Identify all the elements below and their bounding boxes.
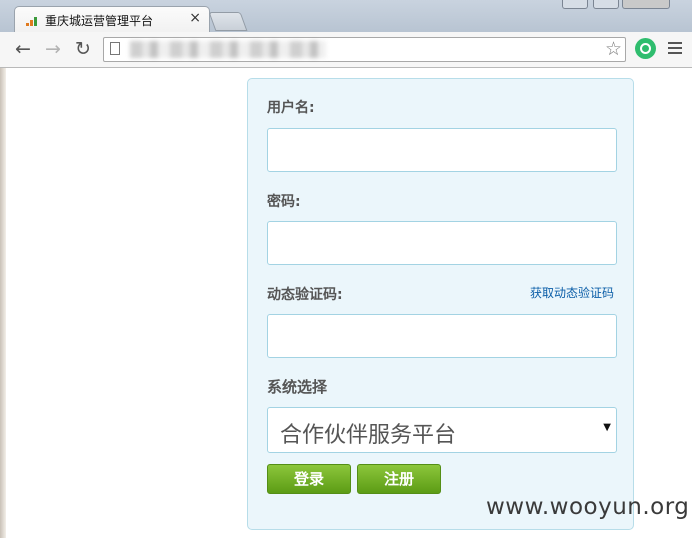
get-otp-link[interactable]: 获取动态验证码 <box>530 284 614 301</box>
login-panel: 用户名: 密码: 动态验证码: 获取动态验证码 系统选择 合作伙伴服务平台 ▼ … <box>247 78 634 530</box>
tab-strip: 重庆城运营管理平台 × <box>0 0 692 34</box>
system-select-label: 系统选择 <box>267 378 328 396</box>
maximize-button[interactable] <box>593 0 619 9</box>
minimize-button[interactable] <box>562 0 588 9</box>
register-button[interactable]: 注册 <box>357 464 441 494</box>
background-edge <box>0 68 6 538</box>
menu-icon[interactable] <box>668 42 682 56</box>
url-blurred <box>130 41 326 58</box>
tab-close-icon[interactable]: × <box>189 10 201 26</box>
back-icon[interactable]: ← <box>12 37 34 61</box>
new-tab-button[interactable] <box>208 12 248 31</box>
browser-toolbar: ← → ↻ ☆ <box>0 32 692 68</box>
reload-icon[interactable]: ↻ <box>72 37 94 61</box>
forward-icon[interactable]: → <box>42 37 64 61</box>
close-window-button[interactable] <box>622 0 670 9</box>
otp-input[interactable] <box>267 314 617 358</box>
system-select-value: 合作伙伴服务平台 <box>280 423 457 448</box>
watermark: www.wooyun.org <box>486 494 690 520</box>
page-icon <box>110 42 120 55</box>
browser-tab[interactable]: 重庆城运营管理平台 × <box>14 6 210 34</box>
tab-title: 重庆城运营管理平台 <box>45 14 154 28</box>
chevron-down-icon: ▼ <box>603 422 611 433</box>
star-icon[interactable]: ☆ <box>605 38 622 61</box>
username-label: 用户名: <box>267 100 315 116</box>
password-label: 密码: <box>267 194 301 210</box>
username-input[interactable] <box>267 128 617 172</box>
login-button[interactable]: 登录 <box>267 464 351 494</box>
signal-favicon <box>26 15 40 26</box>
extension-icon[interactable] <box>635 38 656 59</box>
otp-label: 动态验证码: <box>267 287 343 303</box>
password-input[interactable] <box>267 221 617 265</box>
system-select[interactable]: 合作伙伴服务平台 ▼ <box>267 407 617 453</box>
address-bar[interactable]: ☆ <box>103 37 626 62</box>
